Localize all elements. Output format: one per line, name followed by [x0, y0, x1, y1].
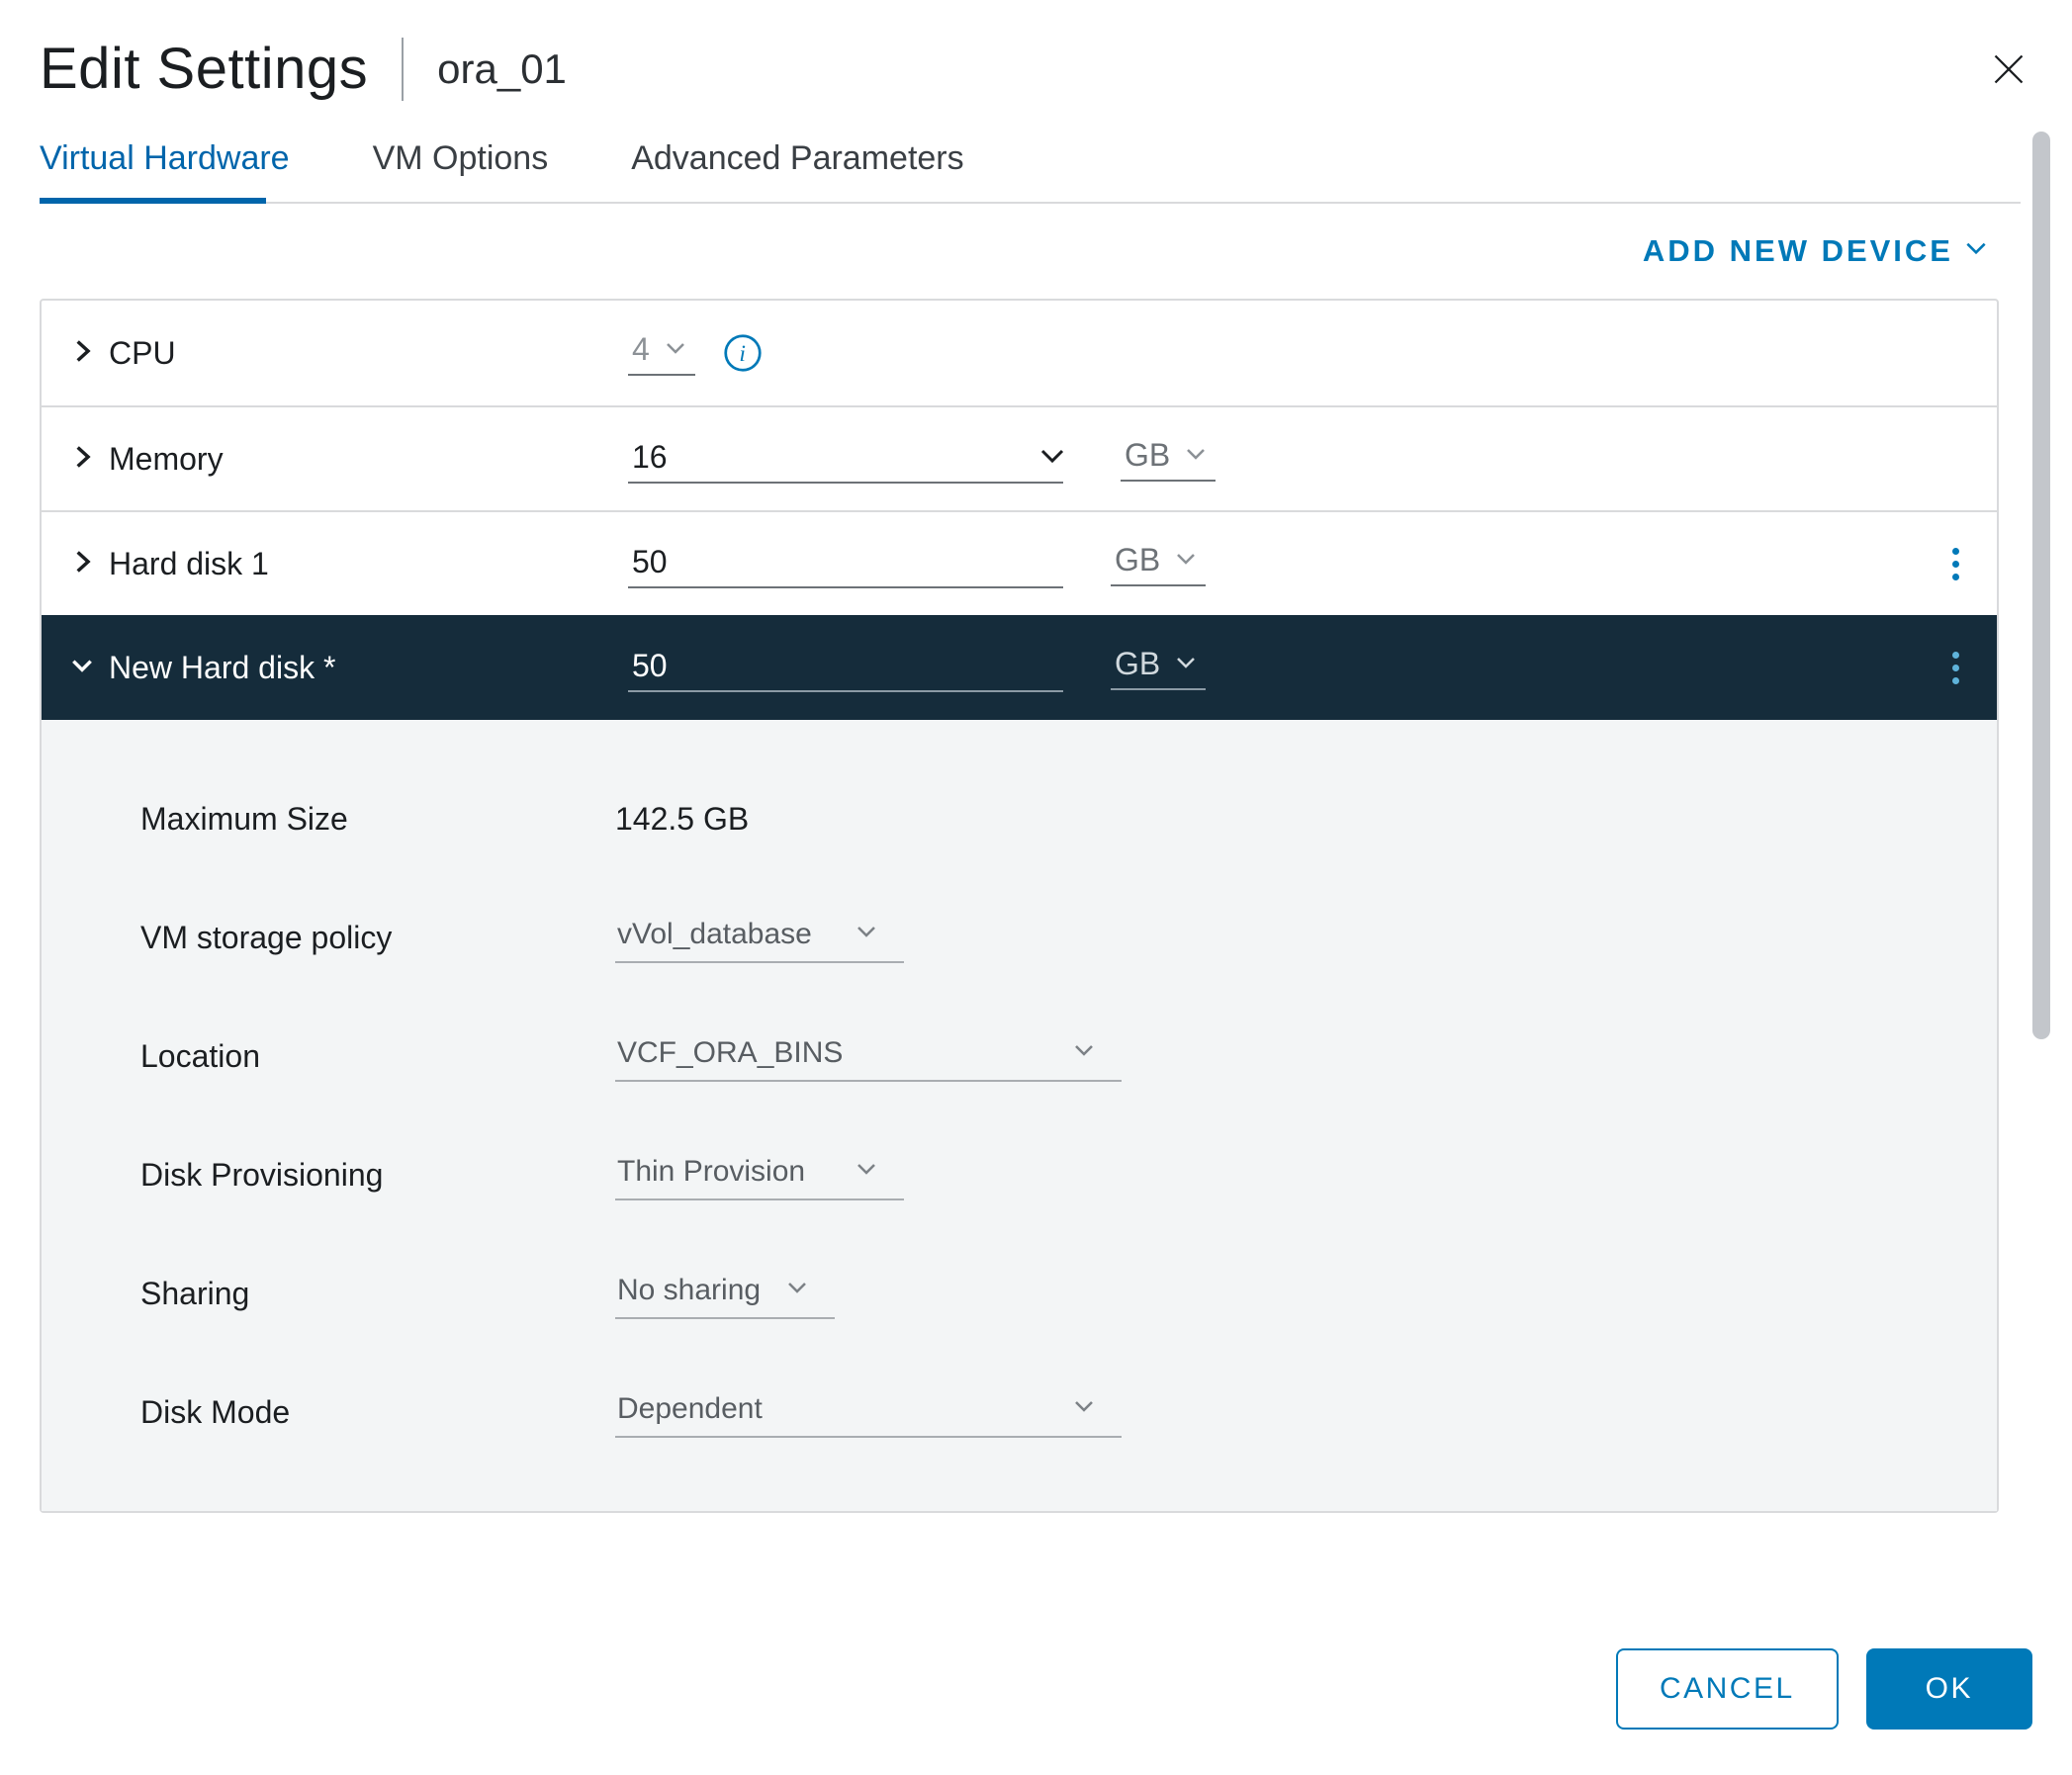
- disk-provisioning-value: Thin Provision: [617, 1155, 805, 1189]
- close-button[interactable]: [1985, 47, 2032, 95]
- tab-virtual-hardware[interactable]: Virtual Hardware: [40, 126, 302, 202]
- chevron-down-icon: [785, 1274, 809, 1307]
- content-scroll[interactable]: Virtual Hardware VM Options Advanced Par…: [0, 126, 2072, 1617]
- storage-policy-select[interactable]: vVol_database: [615, 912, 904, 963]
- new-hard-disk-row: New Hard disk * GB: [42, 615, 1997, 720]
- new-hard-disk-size-input[interactable]: [628, 644, 1063, 692]
- add-new-device-button[interactable]: ADD NEW DEVICE: [1643, 233, 1989, 269]
- detail-storage-policy-row: VM storage policy vVol_database: [140, 878, 1957, 997]
- chevron-down-icon: [1953, 233, 1989, 269]
- sharing-label: Sharing: [140, 1276, 615, 1312]
- disk-mode-label: Disk Mode: [140, 1394, 615, 1431]
- hard-disk-1-unit-select[interactable]: GB: [1111, 542, 1206, 586]
- new-hard-disk-unit-value: GB: [1115, 646, 1160, 682]
- memory-label: Memory: [109, 441, 224, 478]
- cpu-count-select[interactable]: 4: [628, 331, 695, 376]
- cpu-expand-toggle[interactable]: CPU: [69, 335, 628, 372]
- chevron-down-icon: [1072, 1036, 1096, 1070]
- svg-text:i: i: [739, 341, 746, 367]
- chevron-down-icon: [1037, 441, 1067, 476]
- detail-location-row: Location VCF_ORA_BINS: [140, 997, 1957, 1115]
- cpu-info-icon[interactable]: i: [723, 333, 763, 373]
- detail-disk-mode-row: Disk Mode Dependent: [140, 1353, 1957, 1471]
- dialog-body: Virtual Hardware VM Options Advanced Par…: [0, 126, 2072, 1617]
- scrollbar[interactable]: [2032, 132, 2050, 1039]
- ok-button[interactable]: OK: [1866, 1648, 2032, 1730]
- storage-policy-label: VM storage policy: [140, 920, 615, 956]
- new-hard-disk-expand-toggle[interactable]: New Hard disk *: [69, 650, 628, 686]
- chevron-right-icon: [69, 335, 109, 372]
- dialog-subtitle: ora_01: [437, 45, 567, 93]
- chevron-down-icon: [1170, 437, 1208, 474]
- hard-disk-1-label: Hard disk 1: [109, 546, 269, 582]
- memory-row: Memory GB: [42, 405, 1997, 510]
- hard-disk-1-row: Hard disk 1 GB: [42, 510, 1997, 615]
- chevron-down-icon: [855, 918, 878, 951]
- memory-unit-select[interactable]: GB: [1121, 437, 1216, 482]
- tab-advanced-parameters[interactable]: Advanced Parameters: [631, 126, 975, 202]
- edit-settings-dialog: Edit Settings ora_01 Virtual Hardware VM…: [0, 0, 2072, 1775]
- chevron-down-icon: [69, 650, 109, 686]
- detail-disk-provisioning-row: Disk Provisioning Thin Provision: [140, 1115, 1957, 1234]
- disk-provisioning-select[interactable]: Thin Provision: [615, 1149, 904, 1200]
- cpu-label: CPU: [109, 335, 176, 372]
- hard-disk-1-size-input[interactable]: [628, 540, 1063, 588]
- detail-sharing-row: Sharing No sharing: [140, 1234, 1957, 1353]
- memory-stepper[interactable]: [628, 435, 1073, 484]
- cancel-button[interactable]: CANCEL: [1616, 1648, 1839, 1730]
- add-new-device-label: ADD NEW DEVICE: [1643, 233, 1953, 269]
- chevron-down-icon: [1160, 646, 1198, 682]
- disk-mode-value: Dependent: [617, 1392, 763, 1426]
- hard-disk-1-size-cell: [628, 540, 1063, 588]
- title-divider: [402, 38, 404, 101]
- storage-policy-value: vVol_database: [617, 918, 812, 951]
- chevron-down-icon: [650, 331, 687, 368]
- tabs: Virtual Hardware VM Options Advanced Par…: [40, 126, 2021, 204]
- close-icon: [1991, 51, 2027, 92]
- maximum-size-value: 142.5 GB: [615, 801, 749, 838]
- hard-disk-1-expand-toggle[interactable]: Hard disk 1: [69, 546, 628, 582]
- maximum-size-label: Maximum Size: [140, 801, 615, 838]
- chevron-down-icon: [1072, 1392, 1096, 1426]
- chevron-down-icon: [1160, 542, 1198, 578]
- sharing-select[interactable]: No sharing: [615, 1268, 835, 1319]
- hard-disk-1-actions[interactable]: [1942, 532, 1969, 596]
- hard-disk-1-unit-value: GB: [1115, 542, 1160, 578]
- cpu-count-value: 4: [632, 331, 650, 368]
- detail-maximum-size-row: Maximum Size 142.5 GB: [140, 759, 1957, 878]
- memory-expand-toggle[interactable]: Memory: [69, 441, 628, 478]
- cpu-row: CPU 4 i: [42, 301, 1997, 405]
- new-hard-disk-label: New Hard disk *: [109, 650, 335, 686]
- dialog-footer: CANCEL OK: [0, 1617, 2072, 1775]
- chevron-right-icon: [69, 441, 109, 478]
- memory-unit-value: GB: [1125, 437, 1170, 474]
- add-device-row: ADD NEW DEVICE: [40, 225, 2060, 299]
- tab-vm-options[interactable]: VM Options: [373, 126, 561, 202]
- disk-mode-select[interactable]: Dependent: [615, 1386, 1122, 1438]
- location-label: Location: [140, 1038, 615, 1075]
- dialog-title: Edit Settings: [40, 36, 368, 102]
- device-list: CPU 4 i: [40, 299, 1999, 1513]
- new-hard-disk-size-cell: [628, 644, 1063, 692]
- dialog-header: Edit Settings ora_01: [0, 0, 2072, 126]
- location-select[interactable]: VCF_ORA_BINS: [615, 1030, 1122, 1082]
- new-hard-disk-details: Maximum Size 142.5 GB VM storage policy …: [42, 720, 1997, 1511]
- new-hard-disk-unit-select[interactable]: GB: [1111, 646, 1206, 690]
- disk-provisioning-label: Disk Provisioning: [140, 1157, 615, 1194]
- memory-input[interactable]: [628, 435, 1063, 484]
- sharing-value: No sharing: [617, 1274, 761, 1307]
- new-hard-disk-actions[interactable]: [1942, 636, 1969, 700]
- location-value: VCF_ORA_BINS: [617, 1036, 843, 1070]
- chevron-down-icon: [855, 1155, 878, 1189]
- chevron-right-icon: [69, 546, 109, 582]
